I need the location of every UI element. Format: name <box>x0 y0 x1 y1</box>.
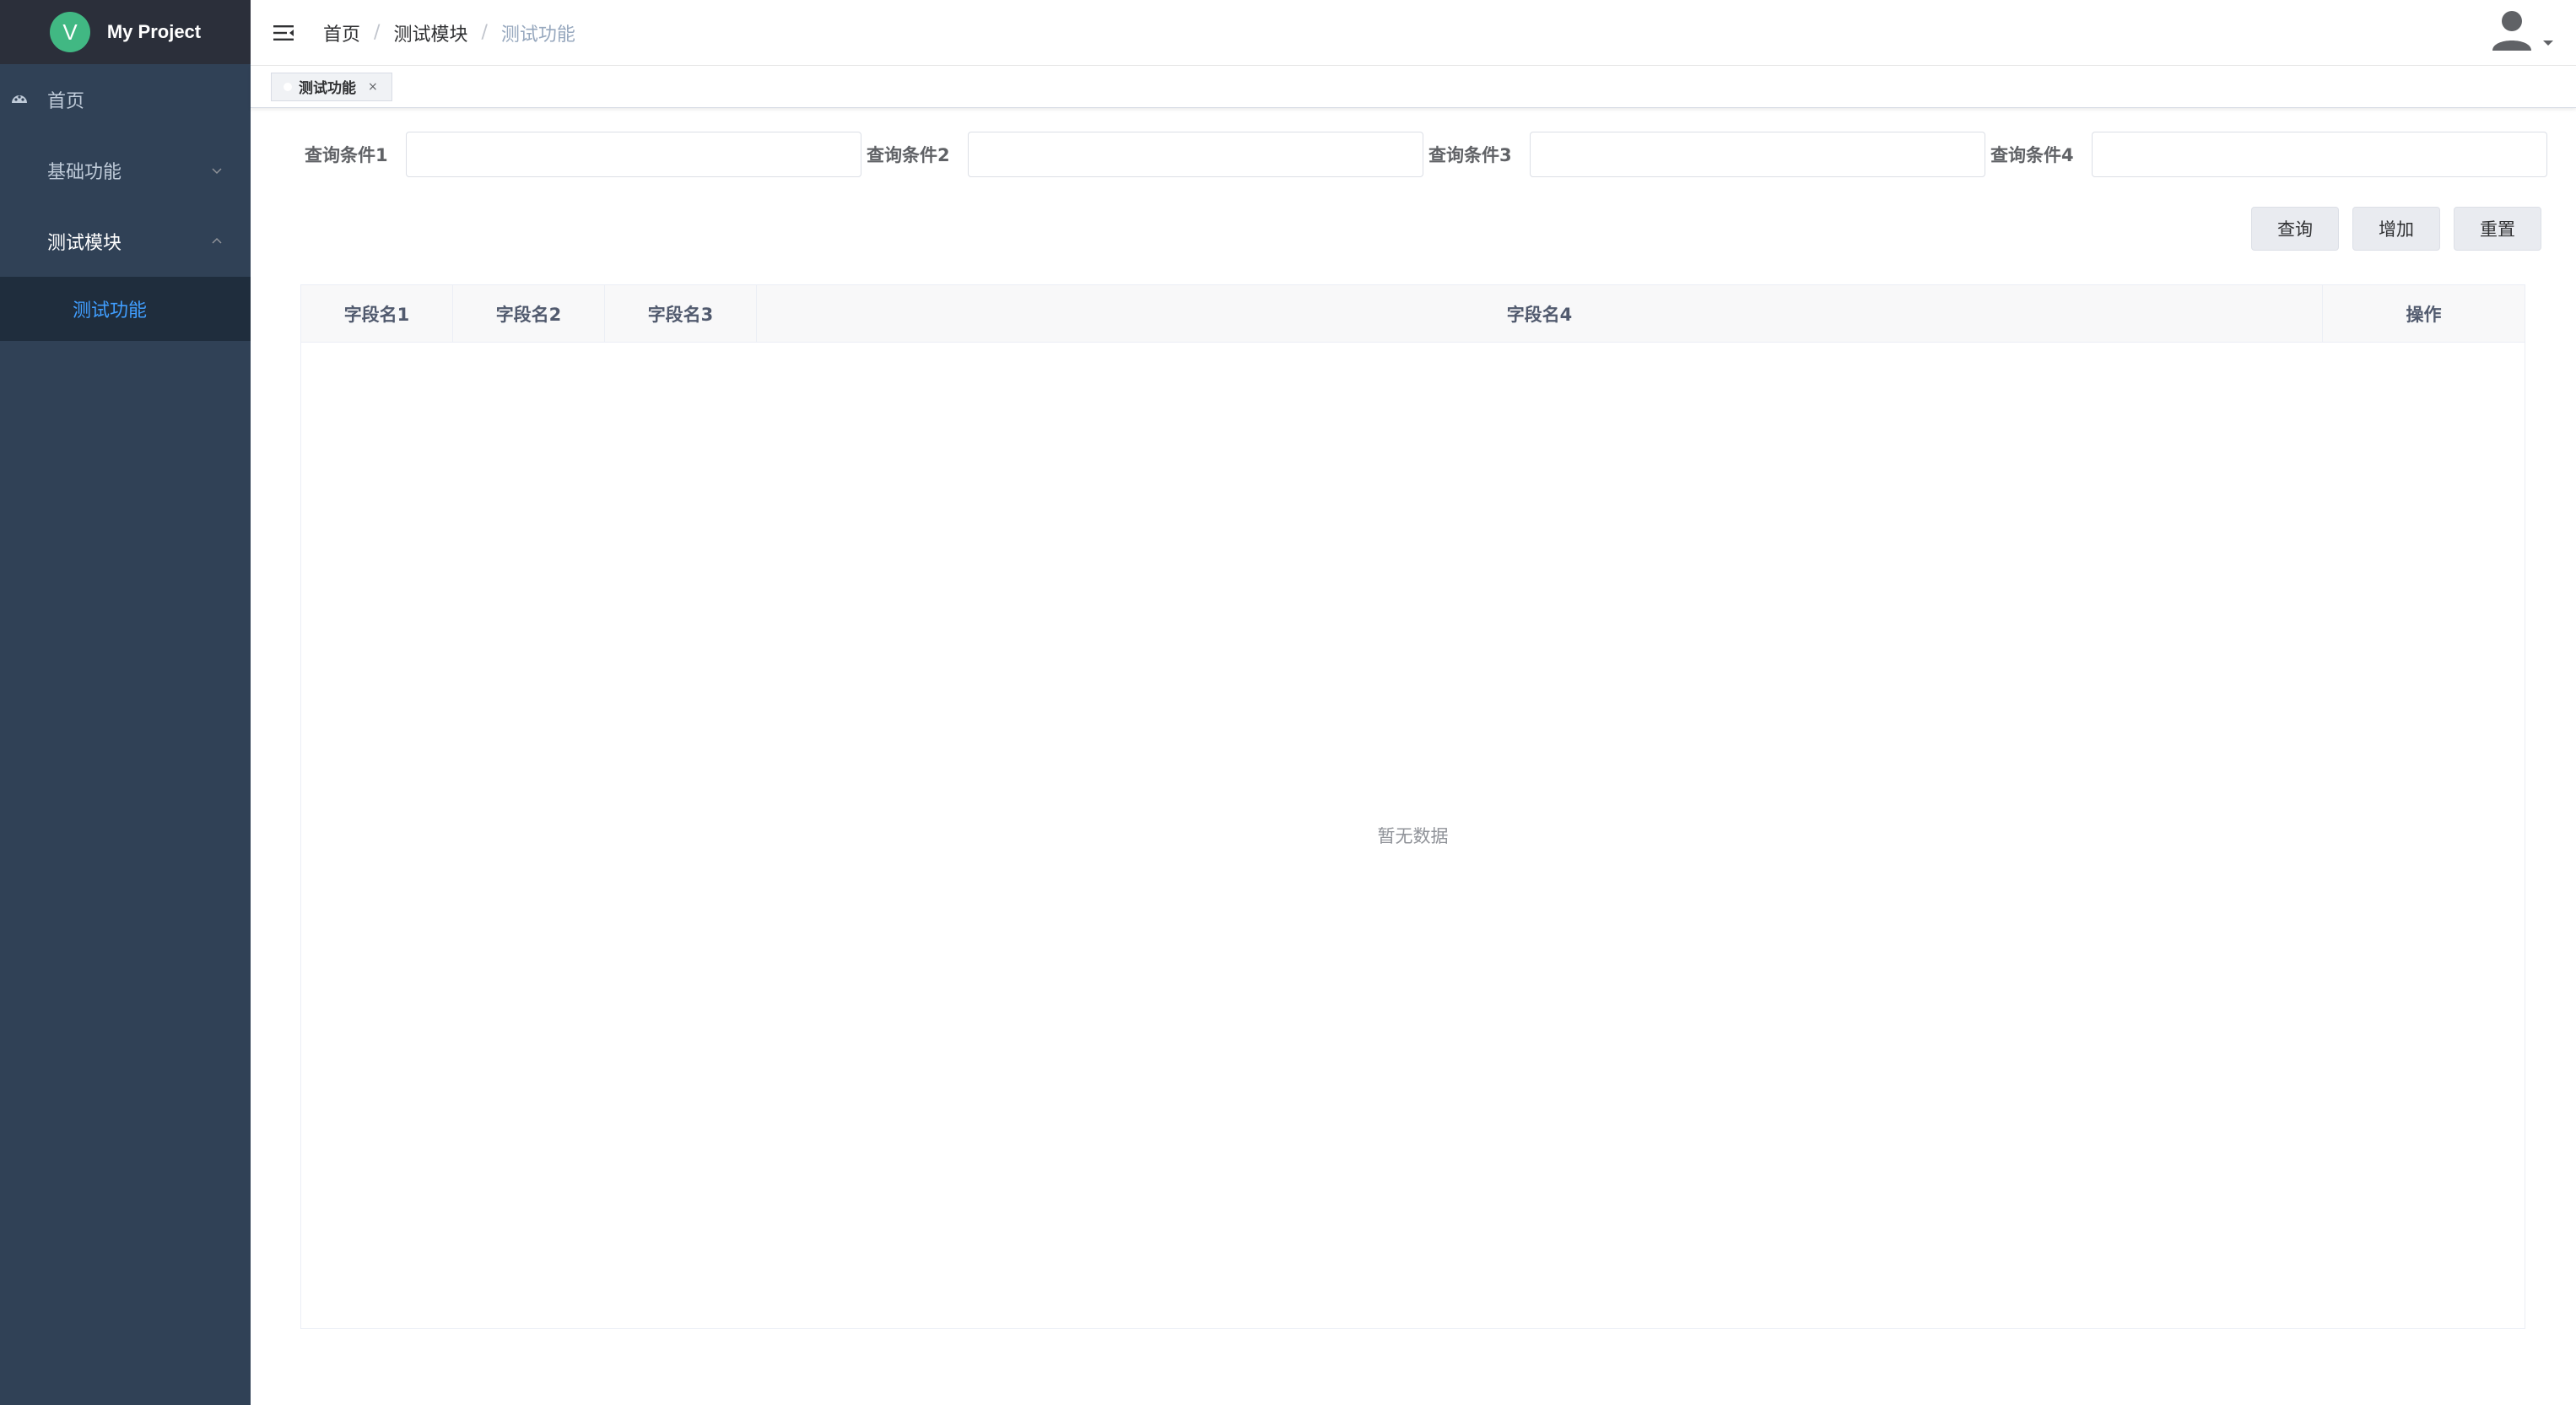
add-button[interactable]: 增加 <box>2352 207 2440 251</box>
reset-button[interactable]: 重置 <box>2454 207 2541 251</box>
caret-down-icon <box>2543 41 2553 46</box>
sidebar-item-label: 测试功能 <box>73 300 148 322</box>
column-header[interactable]: 字段名1 <box>301 285 453 342</box>
column-header[interactable]: 字段名2 <box>453 285 605 342</box>
sidebar: V My Project 首页 基础功能 测试模块 测试功能 <box>0 0 251 1405</box>
user-menu[interactable] <box>2488 7 2554 54</box>
tag-test-function[interactable]: 测试功能 × <box>271 72 392 101</box>
query-button[interactable]: 查询 <box>2251 207 2339 251</box>
breadcrumb-item-home[interactable]: 首页 <box>323 19 360 46</box>
table-header: 字段名1 字段名2 字段名3 字段名4 操作 <box>301 285 2525 343</box>
avatar-icon <box>2492 11 2531 51</box>
page-content: 查询条件1 查询条件2 查询条件3 查询条件4 查询 增加 重置 字段名1 字段… <box>251 108 2576 1405</box>
active-dot-icon <box>284 82 292 91</box>
breadcrumb-separator: / <box>374 22 381 43</box>
breadcrumb-separator: / <box>481 22 488 43</box>
search-field-1: 查询条件1 <box>305 132 867 177</box>
navbar: 首页 / 测试模块 / 测试功能 <box>251 0 2576 66</box>
dashboard-icon <box>12 95 27 103</box>
query-condition-3-input[interactable] <box>1530 132 1985 177</box>
hamburger-icon[interactable] <box>273 22 294 44</box>
close-icon[interactable]: × <box>368 80 378 94</box>
tag-label: 测试功能 <box>299 80 356 97</box>
chevron-down-icon <box>212 168 222 175</box>
query-condition-2-input[interactable] <box>968 132 1423 177</box>
query-condition-1-input[interactable] <box>406 132 861 177</box>
search-form: 查询条件1 查询条件2 查询条件3 查询条件4 <box>305 132 2547 177</box>
breadcrumb: 首页 / 测试模块 / 测试功能 <box>323 19 575 46</box>
logo-bar[interactable]: V My Project <box>0 0 251 64</box>
tags-view: 测试功能 × <box>251 66 2576 108</box>
column-header[interactable]: 字段名4 <box>757 285 2323 342</box>
sidebar-item-home[interactable]: 首页 <box>0 64 251 135</box>
field-label: 查询条件4 <box>1990 145 2074 165</box>
sidebar-item-basic[interactable]: 基础功能 <box>0 135 251 206</box>
breadcrumb-item-module[interactable]: 测试模块 <box>393 19 467 46</box>
sidebar-item-label: 基础功能 <box>47 162 122 183</box>
empty-text: 暂无数据 <box>1377 826 1449 846</box>
app-title: My Project <box>106 21 202 42</box>
sidebar-item-test-function[interactable]: 测试功能 <box>0 277 251 341</box>
field-label: 查询条件3 <box>1428 145 1512 165</box>
field-label: 查询条件1 <box>305 145 388 165</box>
action-buttons: 查询 增加 重置 <box>2238 207 2541 251</box>
breadcrumb-item-current: 测试功能 <box>500 24 575 46</box>
data-table: 字段名1 字段名2 字段名3 字段名4 操作 暂无数据 <box>300 284 2525 1329</box>
search-field-3: 查询条件3 <box>1428 132 1990 177</box>
sidebar-item-label: 测试模块 <box>47 233 122 254</box>
chevron-up-icon <box>212 237 222 244</box>
sidebar-item-test-module[interactable]: 测试模块 <box>0 206 251 277</box>
main-area: 首页 / 测试模块 / 测试功能 测试功能 × 查询条件1 查询条件2 查询条件… <box>251 0 2576 1405</box>
field-label: 查询条件2 <box>867 145 950 165</box>
column-header-actions: 操作 <box>2406 304 2442 325</box>
sidebar-item-label: 首页 <box>47 91 85 112</box>
empty-state: 暂无数据 <box>301 343 2525 1328</box>
search-field-2: 查询条件2 <box>867 132 1428 177</box>
vue-logo-icon: V <box>49 12 90 52</box>
search-field-4: 查询条件4 <box>1990 132 2552 177</box>
column-header[interactable]: 字段名3 <box>605 285 757 342</box>
svg-text:V: V <box>62 19 78 45</box>
query-condition-4-input[interactable] <box>2092 132 2547 177</box>
